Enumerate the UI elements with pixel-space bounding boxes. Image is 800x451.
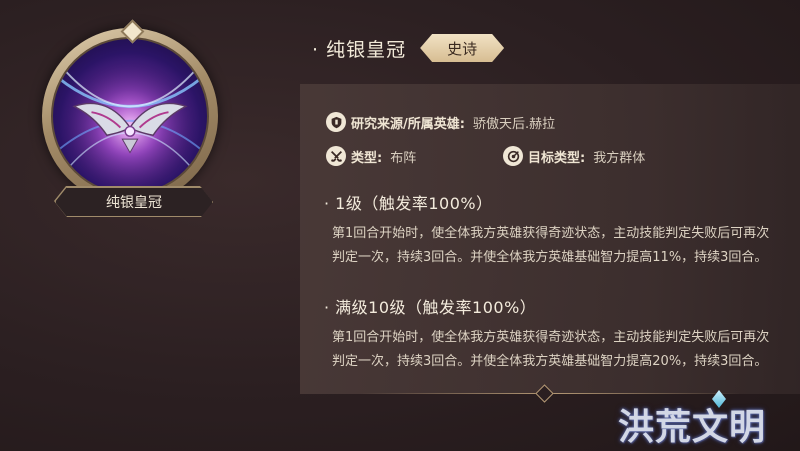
- title-row: · 纯银皇冠 史诗: [312, 34, 504, 62]
- logo-text: 洪荒文明: [618, 406, 767, 448]
- target-icon: [503, 146, 523, 166]
- source-value: 骄傲天后.赫拉: [472, 116, 556, 132]
- type-label: 类型:: [351, 150, 383, 166]
- item-title: · 纯银皇冠: [312, 38, 407, 61]
- target-label: 目标类型:: [528, 150, 586, 166]
- game-logo: 洪荒文明: [612, 390, 798, 450]
- target-value: 我方群体: [593, 150, 646, 166]
- rarity-label: 史诗: [447, 39, 478, 58]
- item-title-text: 纯银皇冠: [326, 38, 407, 61]
- source-label: 研究来源/所属英雄:: [351, 116, 465, 132]
- crossed-swords-icon: [326, 146, 346, 166]
- type-value: 布阵: [390, 150, 417, 166]
- level-max-heading: · 满级10级（触发率100%）: [324, 298, 537, 317]
- info-source: 研究来源/所属英雄: 骄傲天后.赫拉: [326, 112, 555, 132]
- shield-icon: [326, 112, 346, 132]
- info-target: 目标类型: 我方群体: [503, 146, 645, 166]
- item-name-plate: 纯银皇冠: [55, 187, 213, 217]
- level-1-heading: · 1级（触发率100%）: [324, 194, 493, 213]
- info-type: 类型: 布阵: [326, 146, 416, 166]
- rarity-badge: 史诗: [420, 34, 504, 62]
- level-1-description: 第1回合开始时，使全体我方英雄获得奇迹状态，主动技能判定失败后可再次判定一次，持…: [332, 226, 770, 265]
- item-emblem: [42, 19, 218, 204]
- level-max-description: 第1回合开始时，使全体我方英雄获得奇迹状态，主动技能判定失败后可再次判定一次，持…: [332, 330, 770, 369]
- crown-artwork: [51, 37, 209, 195]
